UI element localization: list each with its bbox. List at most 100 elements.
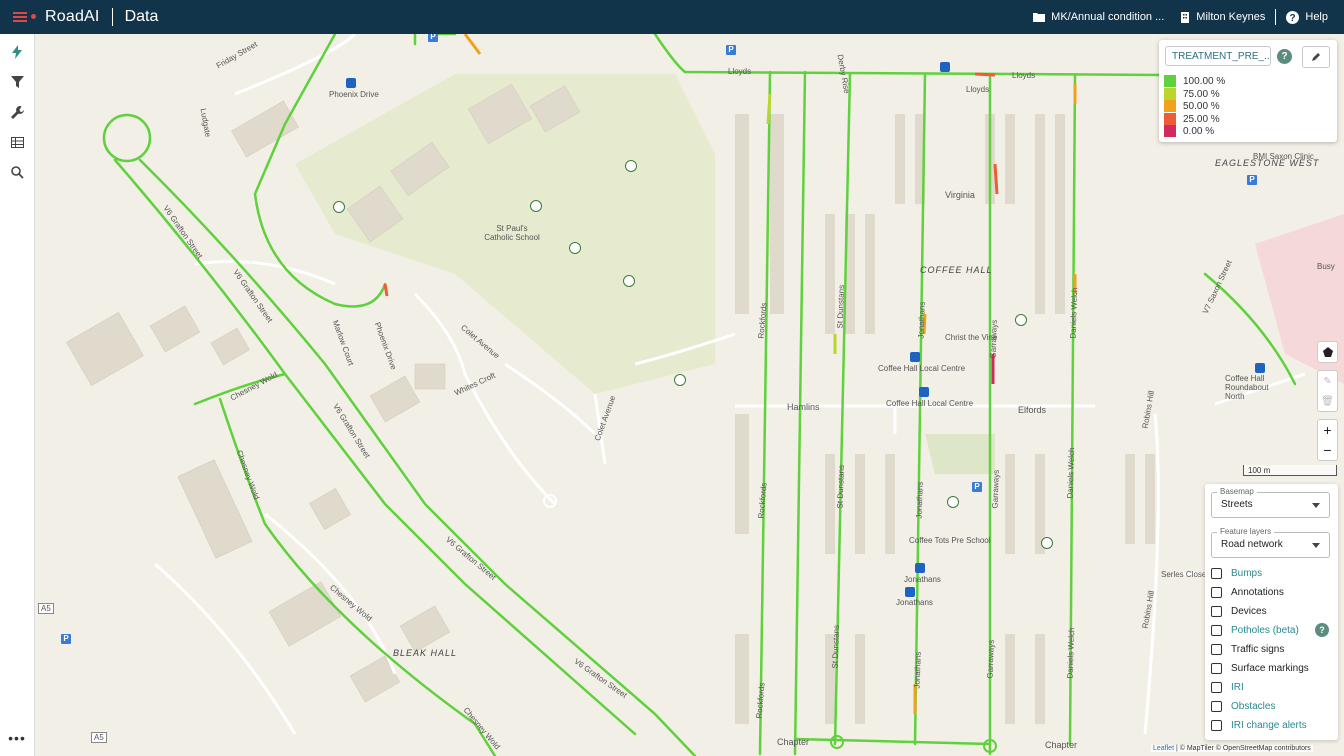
chevron-down-icon <box>1312 543 1320 548</box>
layer-label: Devices <box>1231 605 1267 617</box>
map-legend: TREATMENT_PRE_... ? 100.00 % 75.00 % 50.… <box>1159 40 1337 142</box>
checkbox[interactable] <box>1211 662 1222 674</box>
bus-stop-icon[interactable] <box>940 62 950 72</box>
layer-toggle-iri-change-alerts[interactable]: IRI change alerts <box>1211 717 1307 733</box>
map-label: Hamlins <box>787 402 820 412</box>
legend-entry-label: 100.00 % <box>1183 75 1226 87</box>
map-label: Jonathans <box>896 598 933 607</box>
map-label: Lloyds <box>728 67 752 76</box>
layer-toggle-traffic-signs[interactable]: Traffic signs <box>1211 641 1284 657</box>
edit-layers-icon[interactable]: ✎ <box>1318 371 1337 391</box>
map-label: Busy <box>1317 262 1335 271</box>
search-icon <box>10 165 24 179</box>
project-selector[interactable]: MK/Annual condition ... <box>1033 11 1164 23</box>
delete-layers-icon[interactable]: 🗑 <box>1318 391 1337 411</box>
feature-layers-label: Feature layers <box>1217 527 1275 536</box>
bus-stop-icon[interactable] <box>919 387 929 397</box>
organization-selector[interactable]: Milton Keynes <box>1180 11 1265 23</box>
layer-toggle-potholes[interactable]: Potholes (beta) <box>1211 622 1299 638</box>
layer-toggle-iri[interactable]: IRI <box>1211 679 1244 695</box>
map-label: St Dunstans <box>830 624 842 669</box>
legend-entry: 25.00 % <box>1164 113 1220 125</box>
layer-toggle-surface-markings[interactable]: Surface markings <box>1211 660 1309 676</box>
checkbox[interactable] <box>1211 719 1222 731</box>
folder-icon <box>1033 13 1046 22</box>
bus-stop-icon[interactable] <box>1255 363 1265 373</box>
layer-toggle-devices[interactable]: Devices <box>1211 603 1267 619</box>
basemap-value: Streets <box>1221 499 1253 510</box>
organization-label: Milton Keynes <box>1196 11 1266 23</box>
bus-stop-icon[interactable] <box>915 563 925 573</box>
draw-polygon-button[interactable] <box>1317 341 1338 363</box>
leaflet-link[interactable]: Leaflet <box>1153 745 1174 752</box>
map-label: Serles Close <box>1161 570 1207 579</box>
zoom-in-button[interactable]: + <box>1318 420 1337 440</box>
page-title: Data <box>124 8 159 25</box>
legend-entry: 100.00 % <box>1164 75 1225 87</box>
bus-stop-icon[interactable] <box>905 587 915 597</box>
map-label: Jonathans <box>914 481 925 519</box>
help-icon: ? <box>1286 10 1300 24</box>
sidebar-item-filter[interactable] <box>0 67 34 97</box>
attribution-text: | © MapTiler © OpenStreetMap contributor… <box>1174 745 1311 752</box>
checkbox[interactable] <box>1211 700 1222 712</box>
legend-entry-label: 75.00 % <box>1183 88 1220 100</box>
parking-icon: P <box>61 634 71 644</box>
legend-swatch <box>1164 100 1176 112</box>
feature-layers-value: Road network <box>1221 539 1283 550</box>
tree-icon <box>674 374 686 386</box>
basemap-select[interactable]: Basemap Streets <box>1211 487 1330 518</box>
map-label: Coffee Hall Roundabout North <box>1225 374 1269 401</box>
layer-toggle-annotations[interactable]: Annotations <box>1211 584 1284 600</box>
sidebar-item-table[interactable] <box>0 127 34 157</box>
map-label: Phoenix Drive <box>329 90 379 99</box>
help-button[interactable]: ? Help <box>1286 10 1328 24</box>
map-label: St Dunstans <box>835 464 847 509</box>
feature-layers-select[interactable]: Feature layers Road network <box>1211 527 1330 558</box>
playground-icon <box>947 496 959 508</box>
layer-label: IRI change alerts <box>1231 719 1307 731</box>
layer-label: Surface markings <box>1231 662 1309 674</box>
map-canvas[interactable]: P P P P P Friday Street Phoenix Drive Lu… <box>35 34 1344 756</box>
checkbox[interactable] <box>1211 624 1222 636</box>
checkbox[interactable] <box>1211 586 1222 598</box>
playground-icon <box>1015 314 1027 326</box>
map-label: St Dunstans <box>835 284 847 329</box>
checkbox[interactable] <box>1211 681 1222 693</box>
sidebar-item-search[interactable] <box>0 157 34 187</box>
map-label: Jonathans <box>916 301 927 339</box>
sidebar-item-tools[interactable] <box>0 97 34 127</box>
legend-layer-selector[interactable]: TREATMENT_PRE_... <box>1165 46 1271 66</box>
bus-stop-icon[interactable] <box>910 352 920 362</box>
layer-toggle-obstacles[interactable]: Obstacles <box>1211 698 1275 714</box>
hamburger-icon <box>13 12 27 22</box>
checkbox[interactable] <box>1211 643 1222 655</box>
legend-edit-button[interactable] <box>1302 46 1330 68</box>
notification-dot <box>31 14 36 19</box>
layer-label: IRI <box>1231 681 1244 693</box>
potholes-help-icon[interactable]: ? <box>1315 623 1329 637</box>
layer-label: Traffic signs <box>1231 643 1285 655</box>
svg-text:?: ? <box>1290 13 1296 24</box>
map-label: Garraways <box>988 319 999 359</box>
bus-stop-icon[interactable] <box>346 78 356 88</box>
legend-entry-label: 25.00 % <box>1183 113 1220 125</box>
header-divider <box>1275 9 1277 25</box>
map-label: Daniels Welch <box>1068 287 1080 339</box>
parking-icon: P <box>428 34 438 42</box>
map-label: Jonathans <box>912 651 923 689</box>
chevron-down-icon <box>1312 503 1320 508</box>
checkbox[interactable] <box>1211 605 1222 617</box>
layers-panel: Basemap Streets Feature layers Road netw… <box>1205 484 1338 740</box>
map-label: Elfords <box>1018 405 1047 415</box>
sidebar-item-data[interactable] <box>0 37 34 67</box>
more-options-button[interactable]: ••• <box>0 730 34 746</box>
checkbox[interactable] <box>1211 567 1222 579</box>
map-label: Coffee Hall Local Centre <box>878 364 966 373</box>
zoom-out-button[interactable]: − <box>1318 440 1337 460</box>
menu-button[interactable] <box>9 6 36 28</box>
map-label: Coffee Hall Local Centre <box>886 399 974 408</box>
layer-toggle-bumps[interactable]: Bumps <box>1211 565 1262 581</box>
top-bar: RoadAI Data MK/Annual condition ... Milt… <box>0 0 1344 34</box>
legend-help-icon[interactable]: ? <box>1277 49 1292 64</box>
